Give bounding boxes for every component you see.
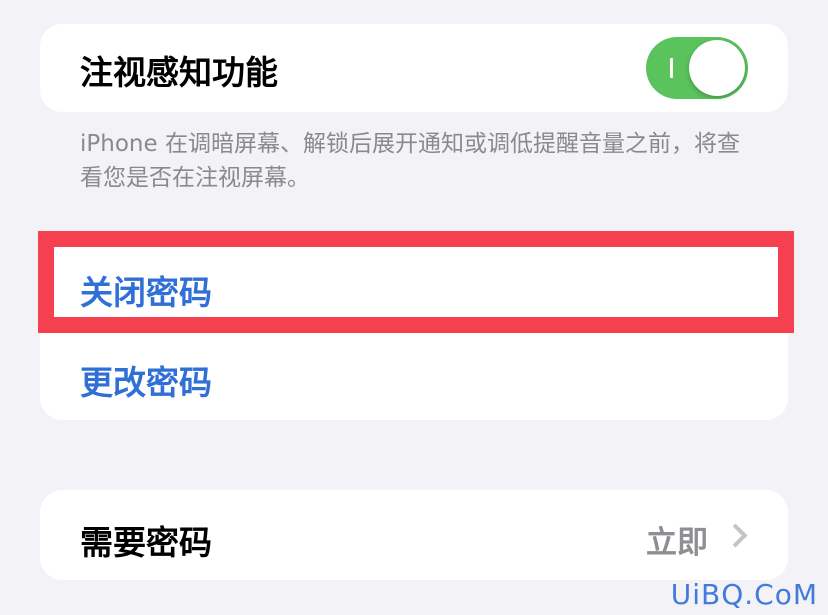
- watermark: UiBQ.CoM: [670, 578, 818, 611]
- attention-card: 注视感知功能: [40, 24, 788, 112]
- attention-aware-label: 注视感知功能: [80, 53, 278, 92]
- require-passcode-value: 立即: [646, 525, 708, 561]
- turn-off-passcode-row[interactable]: 关闭密码: [40, 240, 788, 330]
- passcode-card: 关闭密码 更改密码: [40, 240, 788, 420]
- chevron-right-icon: [723, 523, 748, 548]
- change-passcode-row[interactable]: 更改密码: [40, 330, 788, 420]
- require-passcode-card: 需要密码 立即: [40, 490, 788, 580]
- toggle-knob: [689, 40, 745, 96]
- change-passcode-button[interactable]: 更改密码: [80, 356, 212, 404]
- turn-off-passcode-button[interactable]: 关闭密码: [80, 266, 212, 314]
- attention-aware-toggle[interactable]: [646, 37, 748, 99]
- attention-footnote: iPhone 在调暗屏幕、解锁后展开通知或调低提醒音量之前，将查看您是否在注视屏…: [80, 131, 740, 191]
- require-passcode-label: 需要密码: [80, 523, 212, 562]
- toggle-on-icon: [670, 58, 673, 78]
- require-passcode-row[interactable]: 需要密码 立即: [40, 490, 788, 580]
